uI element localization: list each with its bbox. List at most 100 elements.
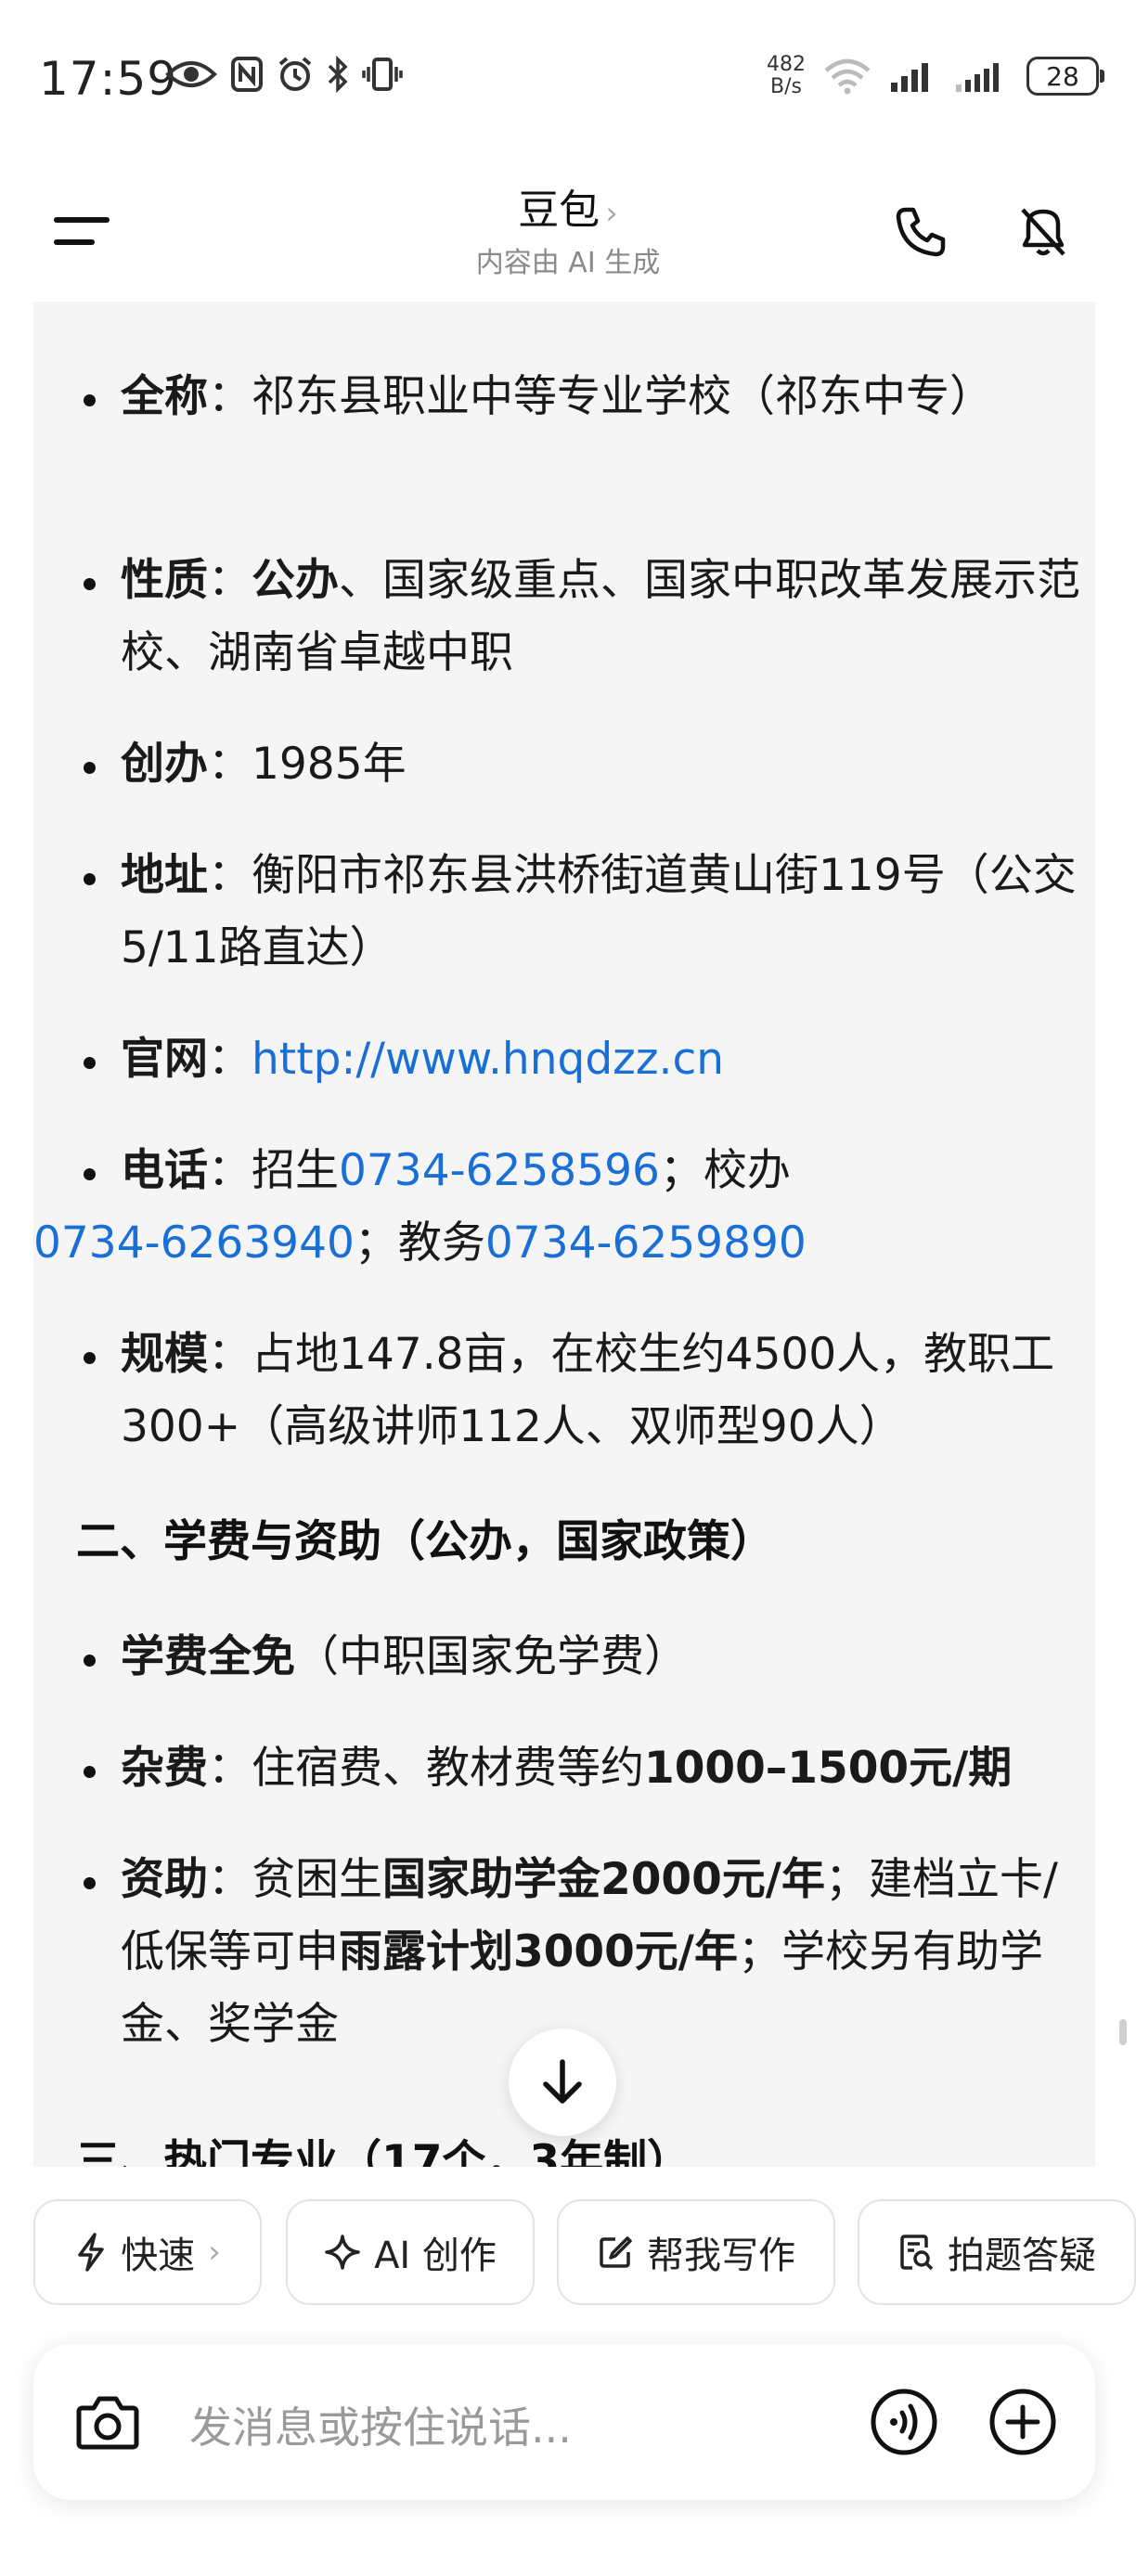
alarm-icon (278, 57, 312, 91)
lightning-icon (78, 2233, 104, 2272)
status-right-icons: 482 B/s 28 (767, 54, 1104, 98)
item-label: 规模 (121, 1329, 208, 1380)
bullet-icon (84, 873, 96, 885)
item-label: 杂费 (121, 1743, 208, 1794)
item-label: 资助 (121, 1854, 208, 1905)
bullet-icon (84, 394, 96, 406)
item-separator: ： (208, 555, 252, 606)
battery-indicator: 28 (1026, 57, 1104, 96)
quick-actions: 快速 › AI 创作 帮我写作 拍题答疑 (33, 2199, 1136, 2314)
chip-label: 拍题答疑 (948, 2235, 1096, 2277)
item-label: 性质 (121, 555, 208, 606)
item-label: 全称 (121, 371, 208, 422)
plus-circle-icon (989, 2389, 1056, 2455)
chip-photo-question[interactable]: 拍题答疑 (858, 2199, 1136, 2305)
sparkle-icon (325, 2235, 360, 2270)
arrow-down-icon (543, 2059, 582, 2104)
list-item: 规模：占地147.8亩，在校生约4500人，教职工300+（高级讲师112人、双… (84, 1319, 1086, 1463)
status-bar: 17:59 482 B/s 28 (0, 0, 1136, 167)
add-button[interactable] (986, 2385, 1060, 2459)
search-doc-icon (900, 2235, 934, 2271)
speaker-muted-icon (1021, 208, 1065, 256)
item-separator: ： (208, 1854, 252, 1905)
item-bold-text: 公办 (252, 555, 339, 606)
chip-label: 帮我写作 (647, 2235, 795, 2277)
list-item: 资助：贫困生国家助学金2000元/年；建档立卡/低保等可申雨露计划3000元/年… (84, 1844, 1086, 2061)
vibrate-icon (362, 58, 403, 91)
edit-icon (600, 2236, 632, 2268)
title-chevron: › (605, 195, 618, 232)
bullet-icon (84, 1766, 96, 1778)
item-label: 创办 (121, 739, 208, 790)
net-speed: 482 B/s (767, 54, 806, 98)
net-speed-unit: B/s (770, 75, 802, 98)
signal-2-icon (956, 63, 999, 92)
voice-wave-icon (871, 2389, 937, 2455)
bullet-icon (84, 762, 96, 774)
message-input-bar: 发消息或按住说话... (33, 2344, 1095, 2500)
item-separator: ： (208, 739, 252, 790)
item-text: 祁东县职业中等专业学校（祁东中专） (252, 371, 993, 422)
chip-arrow: › (208, 2234, 221, 2271)
phone-link[interactable]: 0734-6259890 (485, 1217, 807, 1269)
chat-title-area[interactable]: 豆包 › 内容由 AI 生成 (0, 176, 1136, 280)
status-time: 17:59 (39, 52, 178, 106)
net-speed-value: 482 (767, 53, 806, 76)
item-text: （中职国家免学费） (295, 1631, 688, 1682)
phone-link[interactable]: 0734-6263940 (33, 1217, 355, 1269)
item-label: 官网 (121, 1034, 208, 1085)
scrollbar-thumb[interactable] (1119, 2019, 1127, 2045)
list-item: 杂费：住宿费、教材费等约1000–1500元/期 (84, 1732, 1086, 1805)
bullet-icon (84, 1168, 96, 1180)
scroll-to-bottom-button[interactable] (509, 2029, 616, 2136)
list-item: 全称：祁东县职业中等专业学校（祁东中专） (84, 361, 1086, 433)
phone-link[interactable]: 0734-6258596 (339, 1145, 660, 1196)
item-bold-text: 雨露计划3000元/年 (339, 1926, 738, 1977)
item-bold-text: 学费全免 (121, 1631, 295, 1682)
list-item: 创办：1985年 (84, 728, 1086, 801)
ai-response-card: 全称：祁东县职业中等专业学校（祁东中专） 性质：公办、国家级重点、国家中职改革发… (33, 302, 1095, 2167)
phone-label: ；教务 (354, 1217, 485, 1269)
wifi-icon (824, 58, 871, 95)
nfc-icon (231, 57, 263, 92)
message-input[interactable]: 发消息或按住说话... (189, 2394, 572, 2455)
status-left-icons (165, 56, 403, 93)
section-heading: 二、学费与资助（公办，国家政策） (76, 1516, 774, 1567)
item-label: 电话 (121, 1145, 208, 1196)
mute-button[interactable] (1006, 195, 1080, 269)
phone-call-button[interactable] (884, 195, 958, 269)
item-text: 占地147.8亩，在校生约4500人，教职工300+（高级讲师112人、双师型9… (121, 1329, 1055, 1452)
bullet-icon (84, 1352, 96, 1364)
list-item: 电话：招生0734-6258596；校办 0734-6263940；教务0734-… (33, 1135, 1086, 1280)
camera-icon (76, 2396, 139, 2450)
phone-label: 招生 (252, 1145, 339, 1196)
voice-button[interactable] (867, 2385, 941, 2459)
phone-icon (896, 207, 946, 257)
chip-ai-create[interactable]: AI 创作 (286, 2199, 535, 2305)
chip-label: 快速 (121, 2235, 196, 2277)
chat-title: 豆包 (518, 187, 600, 234)
chip-label: AI 创作 (374, 2235, 497, 2277)
website-link[interactable]: http://www.hnqdzz.cn (252, 1034, 724, 1085)
item-separator: ： (208, 1145, 252, 1196)
battery-level: 28 (1046, 60, 1079, 92)
bullet-icon (84, 1877, 96, 1889)
item-separator: ： (208, 1034, 252, 1085)
item-text: 住宿费、教材费等约 (252, 1743, 644, 1794)
list-item: 官网：http://www.hnqdzz.cn (84, 1024, 1086, 1096)
item-bold-text: 1000–1500元/期 (644, 1743, 1013, 1794)
bullet-icon (84, 1057, 96, 1069)
chip-help-write[interactable]: 帮我写作 (557, 2199, 835, 2305)
item-text: 衡阳市祁东县洪桥街道黄山街119号（公交5/11路直达） (121, 850, 1077, 973)
ai-generated-notice: 内容由 AI 生成 (475, 247, 661, 279)
bullet-icon (84, 1655, 96, 1667)
item-text: 贫困生 (252, 1854, 382, 1905)
bullet-icon (84, 578, 96, 590)
bluetooth-icon (328, 56, 348, 93)
camera-button[interactable] (71, 2385, 145, 2459)
section-heading: 三、热门专业（17个，3年制） (76, 2136, 691, 2167)
chip-fast-mode[interactable]: 快速 › (33, 2199, 262, 2305)
item-separator: ： (208, 371, 252, 422)
phone-label: ；校办 (659, 1145, 791, 1196)
signal-icon (891, 63, 928, 92)
